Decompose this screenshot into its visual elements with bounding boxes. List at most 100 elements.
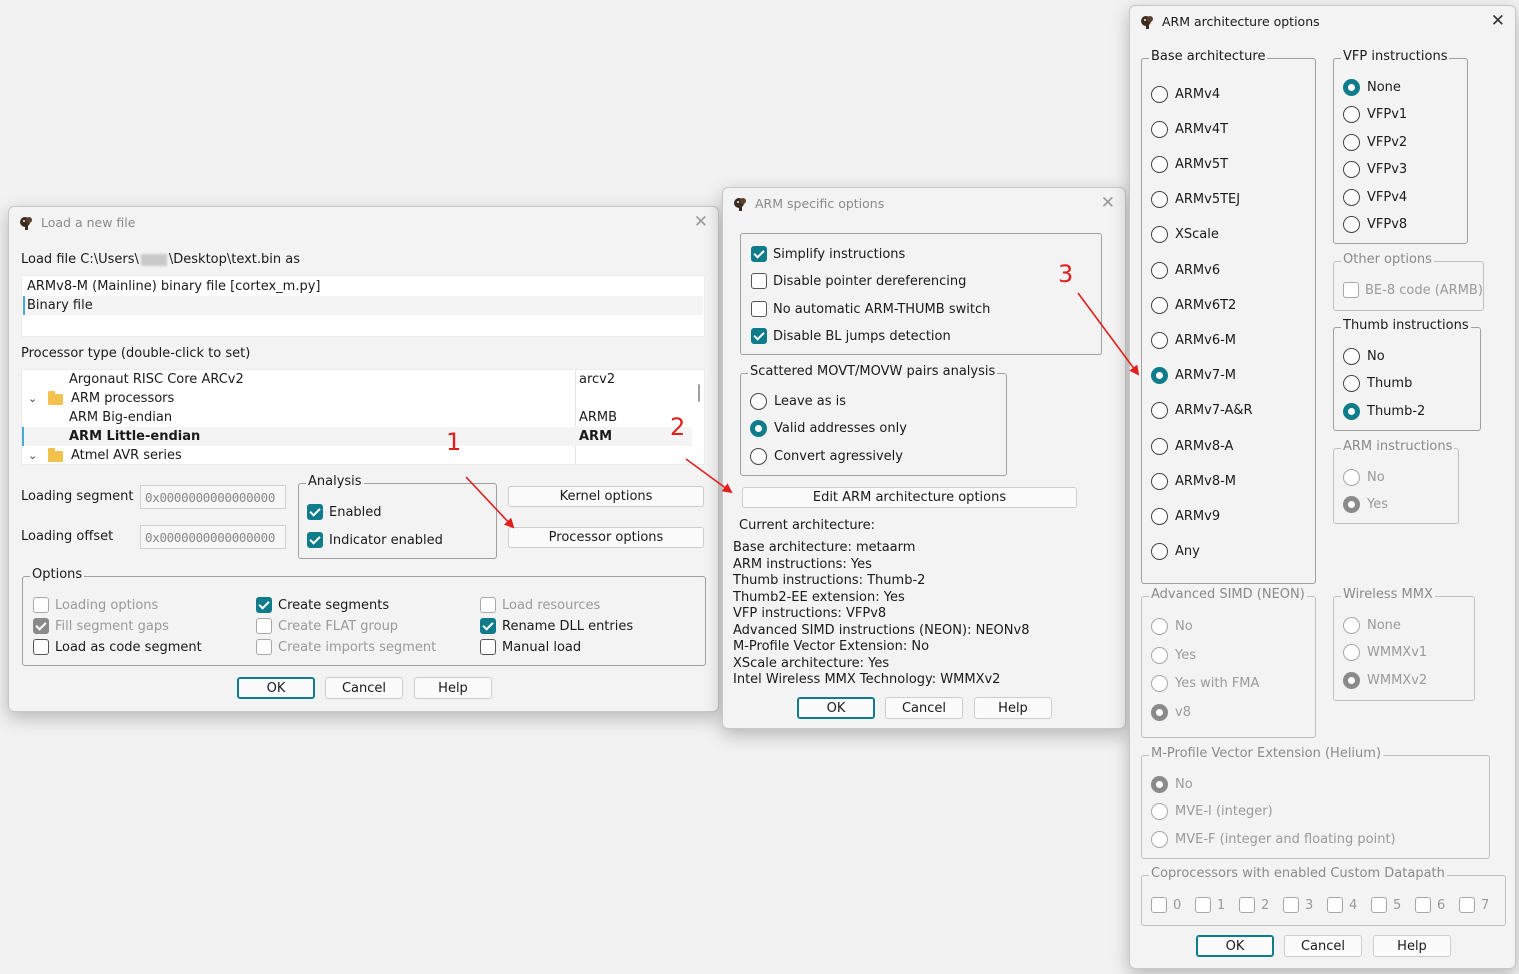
base-arch-radio-selected[interactable]: ARMv7-M	[1151, 367, 1236, 384]
base-arch-radio[interactable]: ARMv5T	[1151, 156, 1228, 173]
analysis-enabled-checkbox[interactable]: Enabled	[307, 504, 382, 520]
base-arch-radio[interactable]: ARMv4	[1151, 86, 1220, 103]
ida-logo-icon	[20, 217, 32, 230]
ok-button[interactable]: OK	[797, 697, 875, 719]
coprocessor-group: Coprocessors with enabled Custom Datapat…	[1141, 866, 1506, 926]
simd-radio[interactable]: No	[1151, 618, 1193, 635]
load-resources-checkbox[interactable]: Load resources	[480, 597, 600, 613]
thumb-radio-selected[interactable]: Thumb-2	[1343, 403, 1425, 420]
base-arch-radio[interactable]: XScale	[1151, 226, 1219, 243]
simd-radio[interactable]: Yes	[1151, 647, 1196, 664]
valid-addresses-radio[interactable]: Valid addresses only	[750, 420, 907, 437]
thumb-radio[interactable]: Thumb	[1343, 375, 1412, 392]
create-segments-checkbox[interactable]: Create segments	[256, 597, 389, 613]
loading-segment-label: Loading segment	[21, 489, 134, 504]
processor-row[interactable]: Argonaut RISC Core ARCv2 arcv2	[22, 370, 692, 389]
processor-row-selected[interactable]: ARM Little-endian ARM	[22, 427, 692, 446]
wmmx-radio-selected[interactable]: WMMXv2	[1343, 672, 1427, 689]
mve-radio-selected[interactable]: No	[1151, 776, 1193, 793]
base-arch-radio[interactable]: ARMv6	[1151, 262, 1220, 279]
vfp-radio[interactable]: VFPv3	[1343, 161, 1407, 178]
mve-radio[interactable]: MVE-I (integer)	[1151, 803, 1273, 820]
coproc-checkbox[interactable]: 5	[1371, 897, 1401, 913]
disable-bl-jumps-checkbox[interactable]: Disable BL jumps detection	[751, 328, 951, 344]
vfp-radio[interactable]: VFPv2	[1343, 134, 1407, 151]
arm-instr-radio[interactable]: No	[1343, 469, 1385, 486]
arm-instr-radio-selected[interactable]: Yes	[1343, 496, 1388, 513]
file-type-list[interactable]: ARMv8-M (Mainline) binary file [cortex_m…	[21, 275, 705, 337]
close-icon[interactable]: ✕	[1101, 193, 1115, 213]
coproc-checkbox[interactable]: 3	[1283, 897, 1313, 913]
coproc-checkbox[interactable]: 7	[1459, 897, 1489, 913]
edit-arch-options-button[interactable]: Edit ARM architecture options	[742, 487, 1077, 508]
coproc-checkbox[interactable]: 4	[1327, 897, 1357, 913]
base-arch-radio[interactable]: Any	[1151, 543, 1200, 560]
simd-radio-selected[interactable]: v8	[1151, 704, 1191, 721]
vfp-radio[interactable]: VFPv1	[1343, 106, 1407, 123]
kernel-options-button[interactable]: Kernel options	[508, 486, 704, 507]
create-imports-checkbox[interactable]: Create imports segment	[256, 639, 436, 655]
ok-button[interactable]: OK	[1196, 935, 1274, 957]
coproc-checkbox[interactable]: 0	[1151, 897, 1181, 913]
base-arch-radio[interactable]: ARMv8-A	[1151, 438, 1233, 455]
movt-group: Scattered MOVT/MOVW pairs analysis Leave…	[740, 364, 1007, 476]
file-type-item[interactable]: Binary file	[27, 298, 93, 313]
wmmx-radio[interactable]: WMMXv1	[1343, 644, 1427, 661]
vfp-radio[interactable]: VFPv4	[1343, 189, 1407, 206]
base-arch-radio[interactable]: ARMv6T2	[1151, 297, 1236, 314]
processor-folder-row[interactable]: ⌄ Atmel AVR series	[22, 446, 692, 465]
close-icon[interactable]: ✕	[1491, 11, 1505, 31]
loading-offset-input[interactable]: 0x0000000000000000	[140, 525, 286, 549]
title-bar: Load a new file ✕	[9, 207, 718, 239]
indicator-enabled-checkbox[interactable]: Indicator enabled	[307, 532, 443, 548]
simplify-instructions-checkbox[interactable]: Simplify instructions	[751, 246, 905, 262]
manual-load-checkbox[interactable]: Manual load	[480, 639, 581, 655]
thumb-radio[interactable]: No	[1343, 348, 1385, 365]
create-flat-group-checkbox[interactable]: Create FLAT group	[256, 618, 398, 634]
coproc-checkbox[interactable]: 6	[1415, 897, 1445, 913]
coproc-checkbox[interactable]: 1	[1195, 897, 1225, 913]
convert-aggressively-radio[interactable]: Convert agressively	[750, 448, 903, 465]
processor-row[interactable]: ARM Big-endian ARMB	[22, 408, 692, 427]
no-auto-switch-checkbox[interactable]: No automatic ARM-THUMB switch	[751, 301, 990, 317]
processor-folder-row[interactable]: ⌄ ARM processors	[22, 389, 692, 408]
processor-options-button[interactable]: Processor options	[508, 527, 704, 548]
simd-group: Advanced SIMD (NEON) No Yes Yes with FMA…	[1141, 587, 1316, 738]
cancel-button[interactable]: Cancel	[885, 697, 963, 719]
vfp-radio[interactable]: VFPv8	[1343, 216, 1407, 233]
ida-logo-icon	[734, 198, 746, 211]
window-title: Load a new file	[41, 215, 136, 230]
ok-button[interactable]: OK	[237, 677, 315, 699]
base-arch-radio[interactable]: ARMv5TEJ	[1151, 191, 1240, 208]
base-arch-radio[interactable]: ARMv7-A&R	[1151, 402, 1253, 419]
mve-group: M-Profile Vector Extension (Helium) No M…	[1141, 746, 1490, 859]
rename-dll-checkbox[interactable]: Rename DLL entries	[480, 618, 633, 634]
loading-options-checkbox[interactable]: Loading options	[33, 597, 158, 613]
disable-pointer-deref-checkbox[interactable]: Disable pointer dereferencing	[751, 273, 966, 289]
close-icon[interactable]: ✕	[694, 212, 708, 232]
chevron-down-icon[interactable]: ⌄	[28, 392, 37, 405]
vfp-radio-selected[interactable]: None	[1343, 79, 1401, 96]
base-arch-radio[interactable]: ARMv4T	[1151, 121, 1228, 138]
cancel-button[interactable]: Cancel	[1284, 935, 1362, 957]
loading-segment-input[interactable]: 0x0000000000000000	[140, 485, 286, 509]
cancel-button[interactable]: Cancel	[325, 677, 403, 699]
file-type-item[interactable]: ARMv8-M (Mainline) binary file [cortex_m…	[27, 279, 320, 294]
base-arch-radio[interactable]: ARMv8-M	[1151, 473, 1236, 490]
mve-radio[interactable]: MVE-F (integer and floating point)	[1151, 831, 1396, 848]
other-options-group: Other options BE-8 code (ARMB)	[1333, 252, 1484, 311]
help-button[interactable]: Help	[414, 677, 492, 699]
be8-checkbox[interactable]: BE-8 code (ARMB)	[1343, 282, 1483, 298]
simd-radio[interactable]: Yes with FMA	[1151, 675, 1259, 692]
wmmx-radio[interactable]: None	[1343, 617, 1401, 634]
processor-list[interactable]: Argonaut RISC Core ARCv2 arcv2 ⌄ ARM pro…	[21, 369, 705, 465]
fill-segment-gaps-checkbox[interactable]: Fill segment gaps	[33, 618, 169, 634]
help-button[interactable]: Help	[974, 697, 1052, 719]
coproc-checkbox[interactable]: 2	[1239, 897, 1269, 913]
base-arch-radio[interactable]: ARMv9	[1151, 508, 1220, 525]
base-arch-radio[interactable]: ARMv6-M	[1151, 332, 1236, 349]
help-button[interactable]: Help	[1373, 935, 1451, 957]
load-as-code-checkbox[interactable]: Load as code segment	[33, 639, 202, 655]
chevron-down-icon[interactable]: ⌄	[28, 449, 37, 462]
leave-as-is-radio[interactable]: Leave as is	[750, 393, 846, 410]
